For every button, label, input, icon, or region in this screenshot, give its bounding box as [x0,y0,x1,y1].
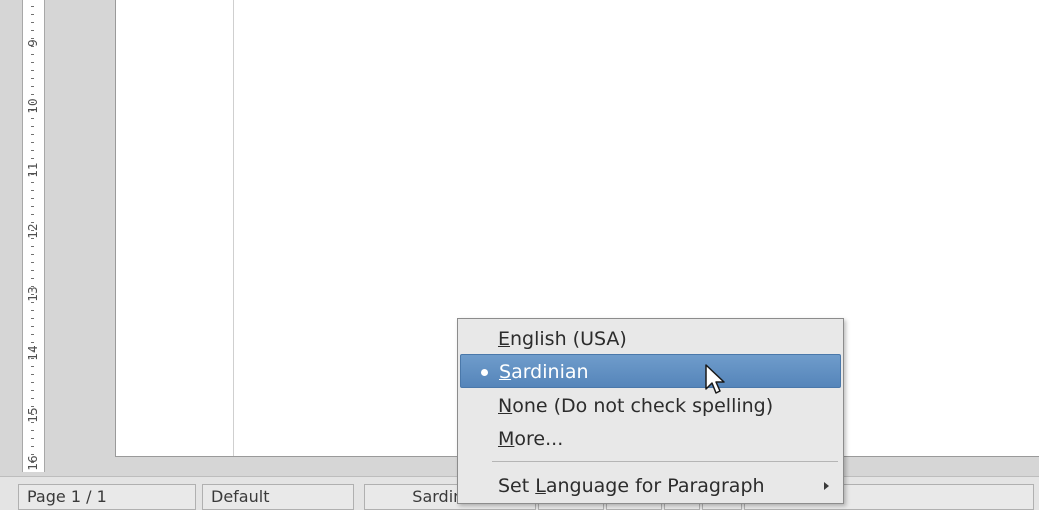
ruler-tick [31,30,34,31]
chevron-right-icon [824,482,829,490]
ruler-tick [31,206,34,207]
ruler-tick [31,294,34,295]
menu-item-mnemonic: N [498,395,513,417]
ruler-tick [31,398,34,399]
ruler-tick [31,278,34,279]
ruler-label: 9 [26,39,40,47]
menu-item-more[interactable]: More... [460,422,841,456]
ruler-tick [31,230,34,231]
ruler-tick [31,430,34,431]
ruler-tick [31,262,34,263]
ruler-tick [31,6,34,7]
ruler-label: 14 [26,345,40,361]
menu-item-label: ore... [514,428,564,450]
ruler-tick [31,190,34,191]
ruler-tick [31,350,34,351]
ruler-tick [31,182,34,183]
menu-item-label: one (Do not check spelling) [512,395,774,417]
menu-item-mnemonic: L [535,475,546,497]
ruler-tick [31,110,34,111]
ruler-tick [31,454,34,455]
ruler-tick [31,446,34,447]
ruler-tick [31,158,34,159]
menu-item-mnemonic: M [498,428,515,450]
ruler-tick [31,134,34,135]
ruler-tick [31,166,34,167]
menu-item-label: ardinian [511,361,589,383]
page-count-field[interactable]: Page 1 / 1 [18,484,196,510]
menu-item-label: nglish (USA) [510,328,627,350]
ruler-tick [31,390,34,391]
ruler-tick [31,238,34,239]
ruler-tick [31,414,34,415]
ruler-label: 11 [26,162,40,178]
ruler-tick [31,94,34,95]
text-boundary-line [233,0,234,456]
ruler-tick [31,70,34,71]
writer-window: 9 10 11 12 13 14 15 16 Page 1 / 1 Defaul… [0,0,1039,510]
ruler-tick [31,326,34,327]
ruler-tick [31,198,34,199]
ruler-tick [31,222,34,223]
ruler-tick [31,214,34,215]
ruler-tick [31,366,34,367]
menu-item-set-language-paragraph[interactable]: Set Language for Paragraph [460,469,841,503]
ruler-tick [31,374,34,375]
ruler-tick [31,14,34,15]
ruler-tick [31,334,34,335]
ruler-tick [31,310,34,311]
menu-separator [492,461,838,462]
ruler-tick [31,102,34,103]
menu-item-mnemonic: E [498,328,511,350]
ruler-tick [31,342,34,343]
menu-item-mnemonic: S [499,361,512,383]
menu-item-sardinian[interactable]: Sardinian [460,354,841,388]
ruler-tick [31,126,34,127]
ruler-tick [31,174,34,175]
ruler-tick [31,254,34,255]
ruler-tick [31,270,34,271]
ruler-tick [31,86,34,87]
ruler-tick [31,358,34,359]
ruler-tick [31,78,34,79]
language-context-menu: English (USA) Sardinian None (Do not che… [457,318,844,504]
ruler-tick [31,438,34,439]
menu-item-label-prefix: Set [498,475,536,497]
ruler-tick [31,246,34,247]
ruler-tick [31,318,34,319]
ruler-tick [31,54,34,55]
ruler-tick [31,382,34,383]
ruler-tick [31,286,34,287]
ruler-tick [31,302,34,303]
ruler-tick [31,38,34,39]
ruler-label: 10 [26,98,40,114]
mouse-pointer-icon [705,364,725,394]
ruler-tick [31,142,34,143]
ruler-tick [31,462,34,463]
ruler-tick [31,422,34,423]
page-style-field[interactable]: Default [202,484,354,510]
ruler-label: 16 [26,455,40,471]
menu-item-none-no-spellcheck[interactable]: None (Do not check spelling) [460,389,841,423]
ruler-tick [31,46,34,47]
menu-item-english-usa[interactable]: English (USA) [460,322,841,356]
ruler-tick [31,150,34,151]
ruler-tick [31,22,34,23]
ruler-tick [31,118,34,119]
bullet-icon [481,369,488,376]
menu-item-label: anguage for Paragraph [545,475,765,497]
vertical-ruler[interactable]: 9 10 11 12 13 14 15 16 [8,0,48,472]
ruler-tick [31,406,34,407]
ruler-border [22,0,23,472]
ruler-tick [31,62,34,63]
